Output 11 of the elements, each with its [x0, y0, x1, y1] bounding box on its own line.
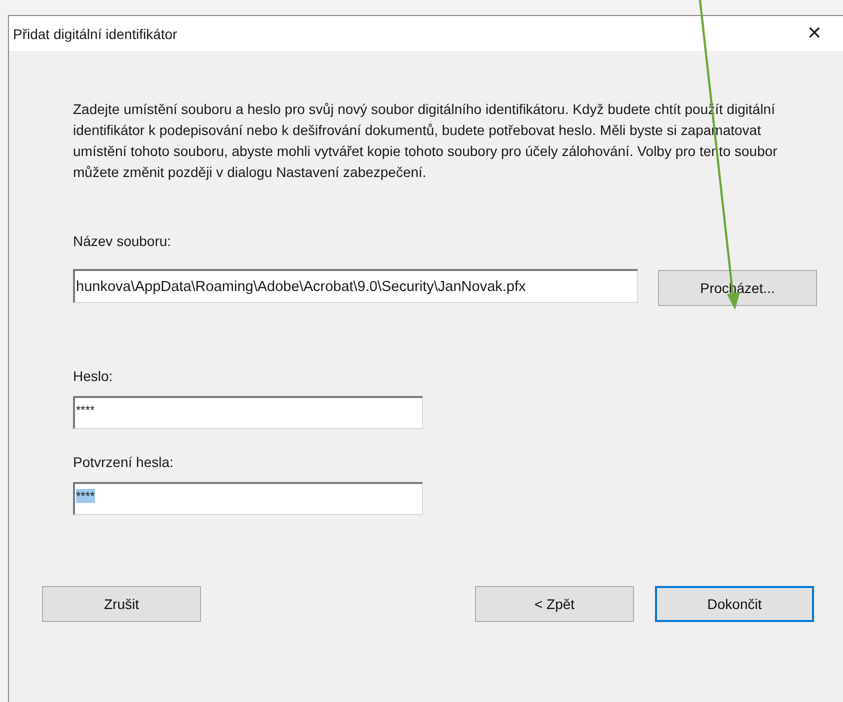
cancel-button[interactable]: Zrušit	[42, 586, 201, 622]
password-label: Heslo:	[73, 367, 114, 385]
close-button[interactable]: ✕	[802, 23, 826, 44]
password-field[interactable]: ****	[73, 396, 423, 429]
window-title: Přidat digitální identifikátor	[13, 26, 178, 42]
finish-button[interactable]: Dokončit	[655, 586, 814, 622]
back-button[interactable]: < Zpět	[475, 586, 634, 622]
confirm-password-label: Potvrzení hesla:	[73, 453, 174, 471]
file-name-label: Název souboru:	[73, 232, 172, 250]
file-name-field[interactable]: hunkova\AppData\Roaming\Adobe\Acrobat\9.0\Security\JanNovak.pfx	[73, 269, 638, 303]
confirm-password-field[interactable]: ****	[73, 482, 423, 515]
